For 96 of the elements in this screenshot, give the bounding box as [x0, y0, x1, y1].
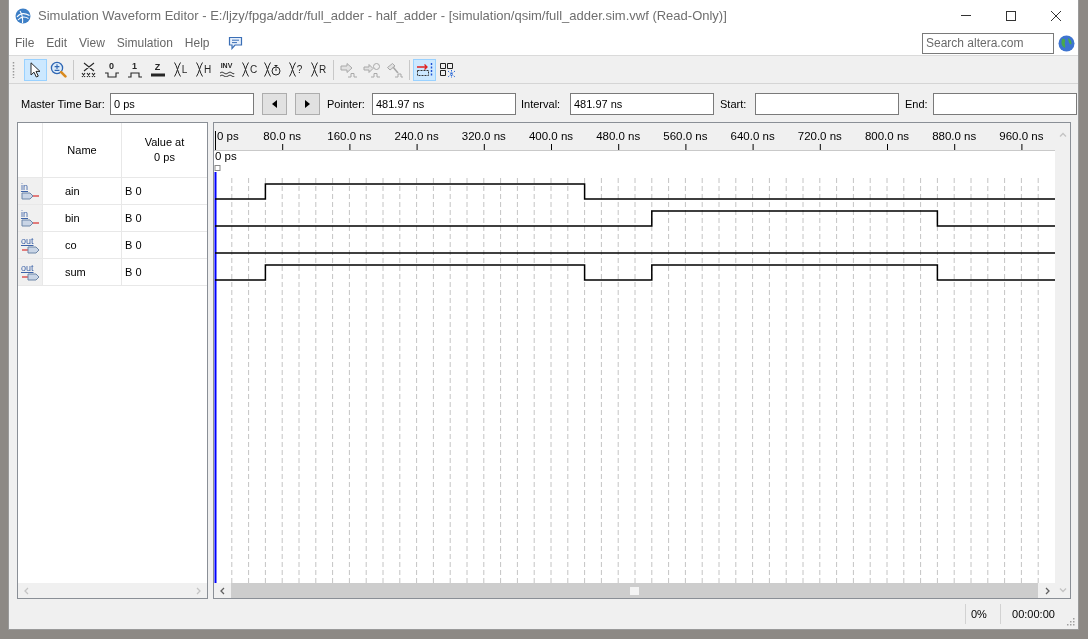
bar-icon	[149, 72, 166, 77]
signal-value: B 0	[125, 183, 142, 199]
toolbar-button[interactable]	[413, 58, 436, 81]
arrow-clock-icon	[362, 61, 381, 78]
elapsed-time: 00:00:00	[1012, 606, 1055, 622]
pin-direction-label: out	[21, 236, 34, 246]
chevron-left-icon[interactable]	[218, 586, 227, 595]
toolbar-button[interactable]: C	[238, 58, 261, 81]
time-bar-label: 0 ps	[215, 150, 237, 162]
time-label: 0 ps	[217, 130, 239, 142]
pin-direction-label: in	[21, 209, 28, 219]
crossing-icon	[310, 62, 318, 77]
time-label: 400.0 ns	[528, 130, 574, 142]
output-pin-icon	[20, 272, 40, 281]
crossing-icon	[288, 62, 296, 77]
toolbar-button[interactable]: L	[169, 58, 192, 81]
crossed-lines-icon	[80, 61, 97, 78]
resize-grip-icon[interactable]	[1066, 617, 1075, 626]
field-label: Master Time Bar:	[21, 96, 105, 112]
logo-icon	[15, 7, 31, 24]
signal-name[interactable]: co	[65, 236, 77, 254]
time-label: 240.0 ns	[394, 130, 439, 142]
field-label: Interval:	[521, 96, 561, 112]
time-field[interactable]	[933, 93, 1077, 115]
signal-value: B 0	[125, 264, 142, 280]
toolbar-button[interactable]: H	[192, 58, 215, 81]
toolbar-button[interactable]: R	[307, 58, 330, 81]
hammer-waveform-icon	[385, 61, 404, 78]
menu-item[interactable]: View	[79, 35, 105, 51]
signal-name[interactable]: bin	[65, 209, 80, 227]
toolbar-grip-icon[interactable]	[12, 60, 15, 79]
close-icon	[1050, 10, 1061, 21]
progress-text: 0%	[971, 606, 987, 622]
toolbar-button[interactable]: Z	[146, 58, 169, 81]
menu-item[interactable]: File	[15, 35, 35, 51]
time-label: 880.0 ns	[932, 130, 977, 142]
time-label: 960.0 ns	[999, 130, 1044, 142]
cursor-icon	[30, 61, 41, 78]
speech-bubble-icon[interactable]	[227, 36, 243, 50]
toolbar-button[interactable]: 1	[123, 58, 146, 81]
time-field[interactable]	[755, 93, 899, 115]
pin-direction-label: out	[21, 263, 34, 273]
grip-icon	[630, 586, 639, 595]
next-button[interactable]	[295, 93, 320, 115]
signal-value: B 0	[125, 210, 142, 226]
toolbar-button[interactable]: ?	[284, 58, 307, 81]
toolbar-button[interactable]: 0	[100, 58, 123, 81]
crossing-icon	[173, 62, 181, 77]
menu-item[interactable]: Help	[184, 35, 210, 51]
right-triangle-icon	[305, 100, 310, 108]
field-label: Start:	[720, 96, 747, 112]
high-pulse-icon	[126, 71, 143, 78]
field-label: End:	[905, 96, 928, 112]
field-label: Pointer:	[327, 96, 365, 112]
menu-item[interactable]: Edit	[46, 35, 68, 51]
input-pin-icon	[20, 218, 40, 227]
scrollbar-thumb[interactable]	[231, 583, 1038, 598]
crossing-stopwatch-icon	[264, 62, 281, 77]
time-bar-line[interactable]	[214, 171, 217, 583]
time-label: 80.0 ns	[263, 130, 302, 142]
globe-icon[interactable]	[1058, 34, 1075, 52]
previous-button[interactable]	[262, 93, 287, 115]
grid-squares-icon	[438, 61, 457, 78]
time-label: 640.0 ns	[730, 130, 775, 142]
time-field[interactable]: 481.97 ns	[372, 93, 516, 115]
signal-name[interactable]: sum	[65, 263, 86, 281]
signal-name[interactable]: ain	[65, 182, 80, 200]
time-field[interactable]: 0 ps	[110, 93, 254, 115]
time-label: 720.0 ns	[797, 130, 842, 142]
wave-icon	[218, 71, 235, 77]
window-title: Simulation Waveform Editor - E:/ljzy/fpga/addr/full_adder - half_adder - [simulation/qsim/full_adder.sim.vwf (Read-Only)]	[38, 6, 727, 25]
arrow-waveform-icon	[339, 61, 358, 78]
toolbar-button[interactable]	[24, 58, 47, 81]
column-header[interactable]: Value at 0 ps	[141, 135, 188, 165]
column-header[interactable]: Name	[67, 141, 97, 159]
left-triangle-icon	[272, 100, 277, 108]
search-field[interactable]: Search altera.com	[922, 32, 1054, 54]
time-label: 800.0 ns	[864, 130, 910, 142]
maximize-icon	[1005, 10, 1016, 21]
menu-item[interactable]: Simulation	[116, 35, 173, 51]
output-pin-icon	[20, 245, 40, 254]
input-pin-icon	[20, 191, 40, 200]
time-field[interactable]: 481.97 ns	[570, 93, 714, 115]
signal-value: B 0	[125, 237, 142, 253]
time-label: 480.0 ns	[596, 130, 641, 142]
minimize-icon	[960, 15, 971, 16]
low-pulse-icon	[103, 71, 120, 78]
crossing-icon	[195, 62, 203, 77]
time-bar-handle-icon[interactable]	[214, 165, 221, 171]
zoom-icon	[50, 61, 67, 78]
pin-direction-label: in	[21, 182, 28, 192]
time-label: 320.0 ns	[461, 130, 506, 142]
time-label: 560.0 ns	[663, 130, 708, 142]
snap-grid-icon	[415, 61, 434, 78]
crossing-icon	[241, 62, 249, 77]
time-label: 160.0 ns	[327, 130, 372, 142]
